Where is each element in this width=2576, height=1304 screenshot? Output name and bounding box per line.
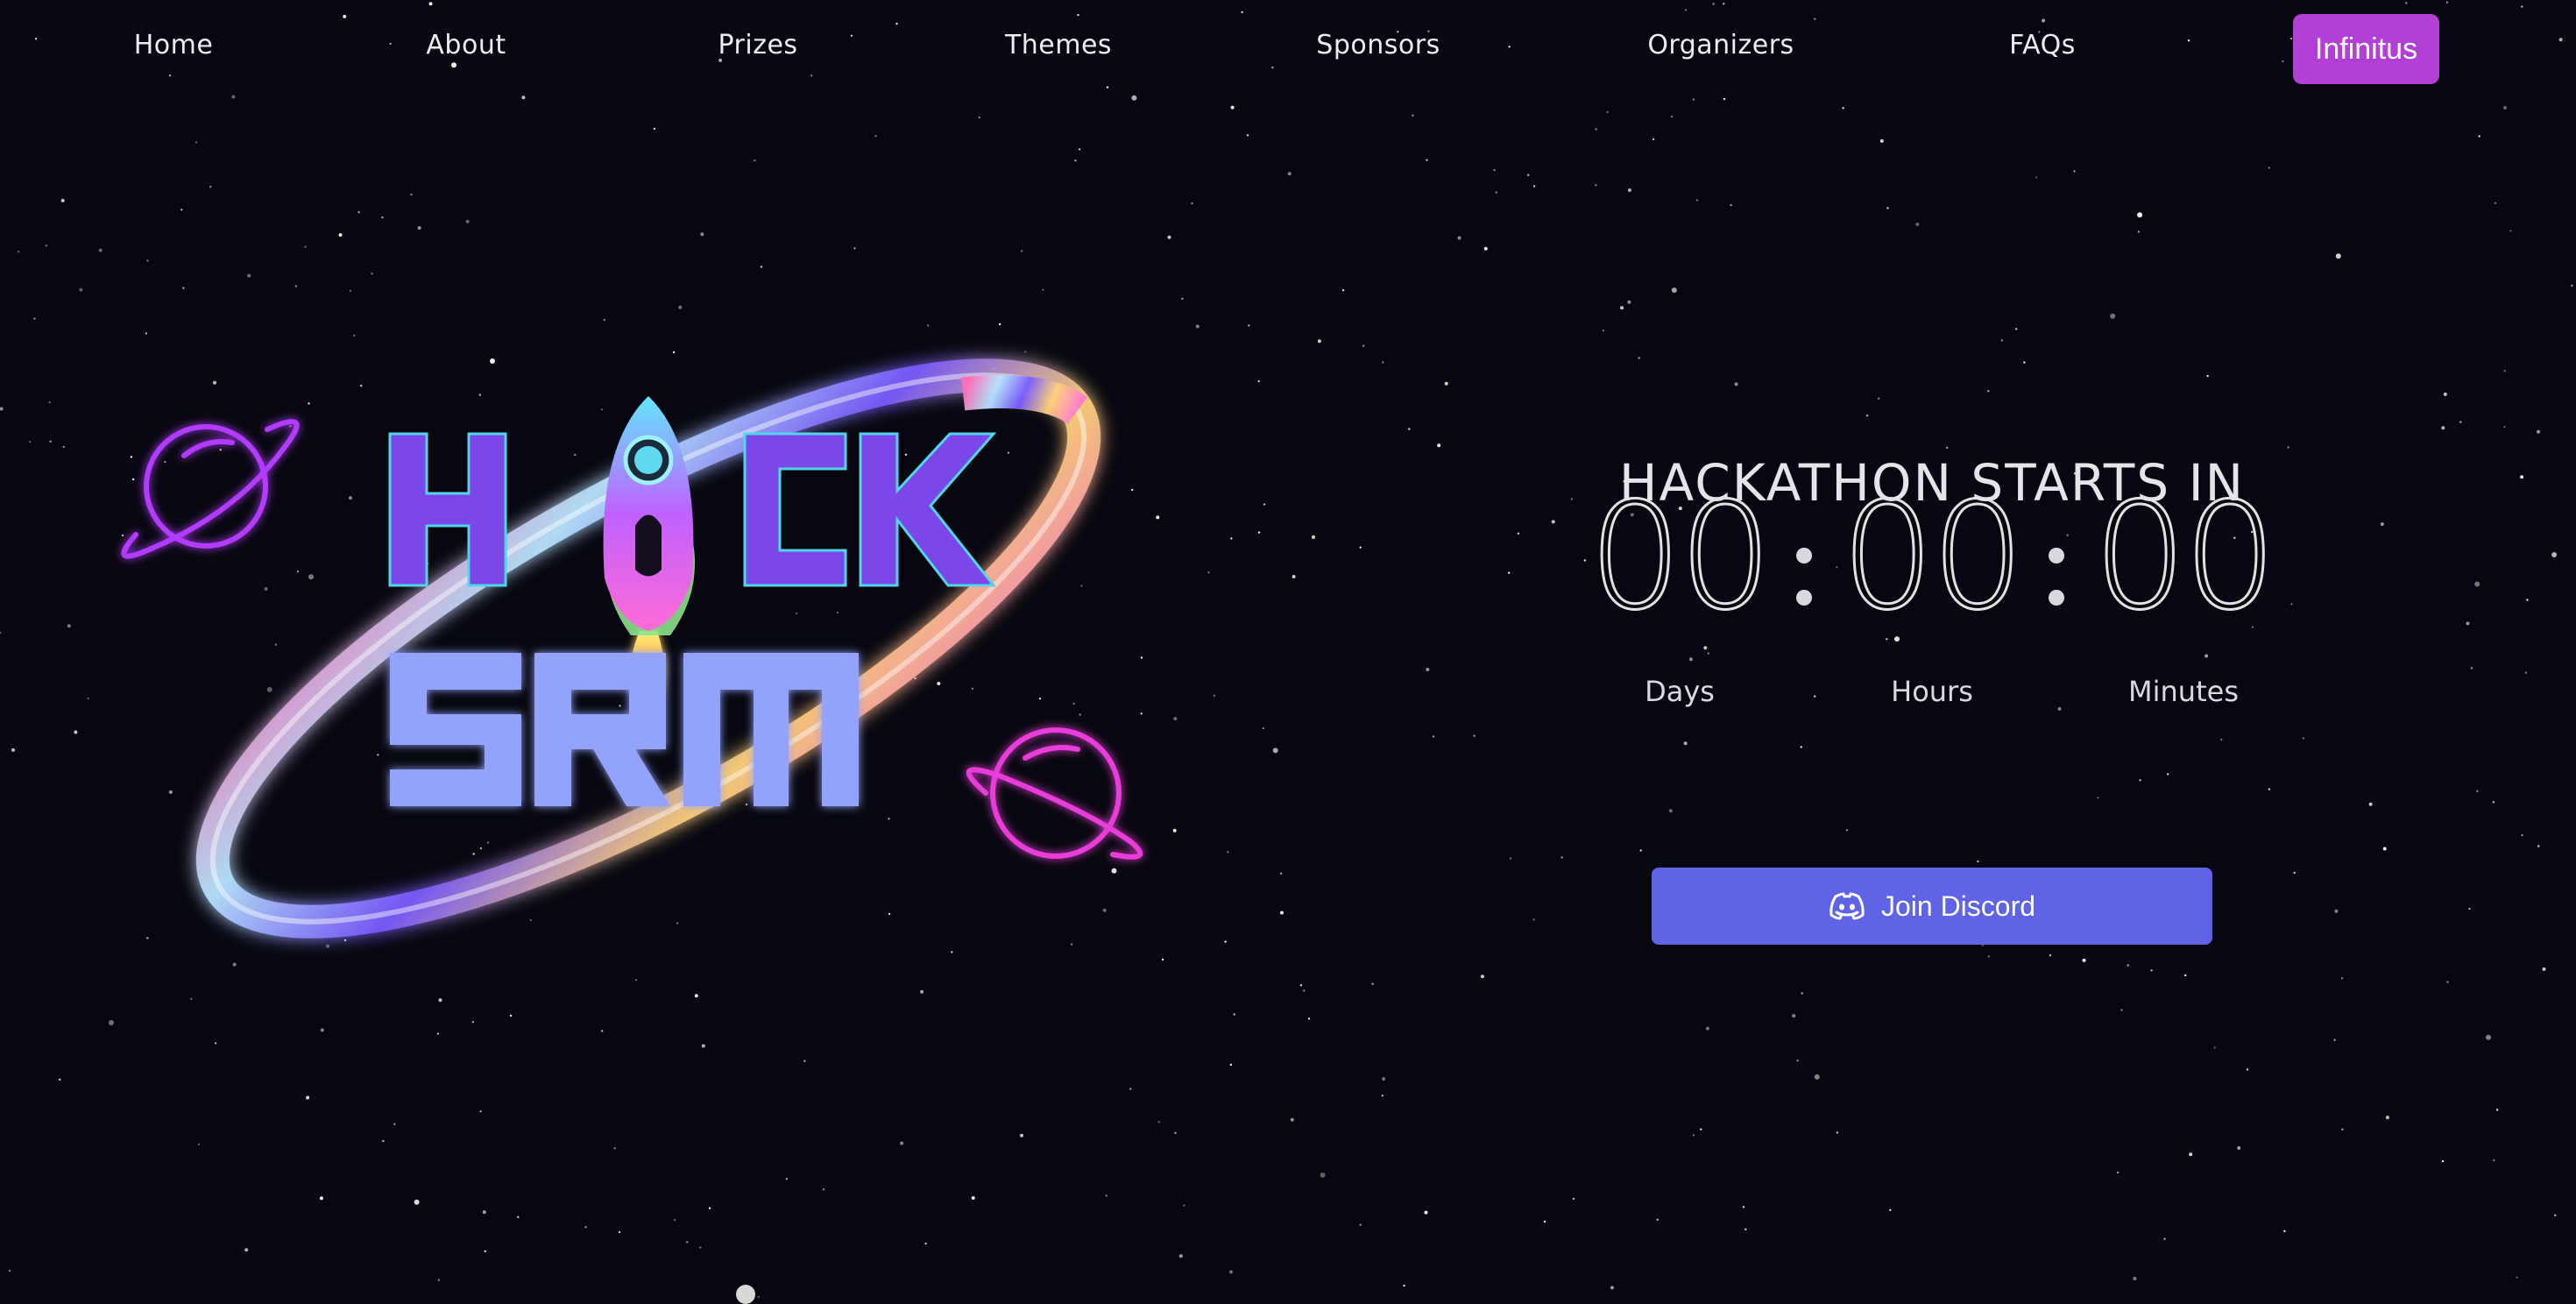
- nav-prizes-link[interactable]: Prizes: [718, 30, 797, 60]
- nav-organizers-link[interactable]: Organizers: [1647, 30, 1794, 60]
- nav-home-link[interactable]: Home: [134, 30, 214, 60]
- join-discord-label: Join Discord: [1880, 889, 2036, 922]
- planet-right-icon: [966, 727, 1143, 860]
- countdown-hours-label: Hours: [1891, 675, 1973, 708]
- infinitus-button[interactable]: Infinitus: [2293, 14, 2439, 84]
- logo-srm-text: [390, 653, 859, 806]
- countdown-separator: [2049, 548, 2066, 632]
- discord-icon: [1829, 892, 1865, 920]
- join-discord-button[interactable]: Join Discord: [1652, 868, 2212, 945]
- scroll-indicator[interactable]: [736, 1285, 755, 1304]
- countdown-hours-value: 00: [1840, 471, 2027, 642]
- countdown-minutes-label: Minutes: [2128, 675, 2239, 708]
- nav-themes-link[interactable]: Themes: [1005, 30, 1112, 60]
- countdown-minutes-value: 00: [2092, 471, 2279, 642]
- countdown-days-value: 00: [1588, 471, 1774, 642]
- countdown-separator: [1796, 548, 1814, 632]
- countdown-timer: 00 00 00: [1574, 471, 2292, 642]
- hack-srm-logo: [121, 358, 1143, 939]
- countdown-days-label: Days: [1645, 675, 1715, 708]
- top-navigation: Home About Prizes Themes Sponsors Organi…: [0, 0, 2576, 96]
- planet-left-icon: [121, 419, 300, 559]
- nav-about-link[interactable]: About: [426, 30, 506, 60]
- nav-sponsors-link[interactable]: Sponsors: [1316, 30, 1440, 60]
- nav-faqs-link[interactable]: FAQs: [2009, 30, 2076, 60]
